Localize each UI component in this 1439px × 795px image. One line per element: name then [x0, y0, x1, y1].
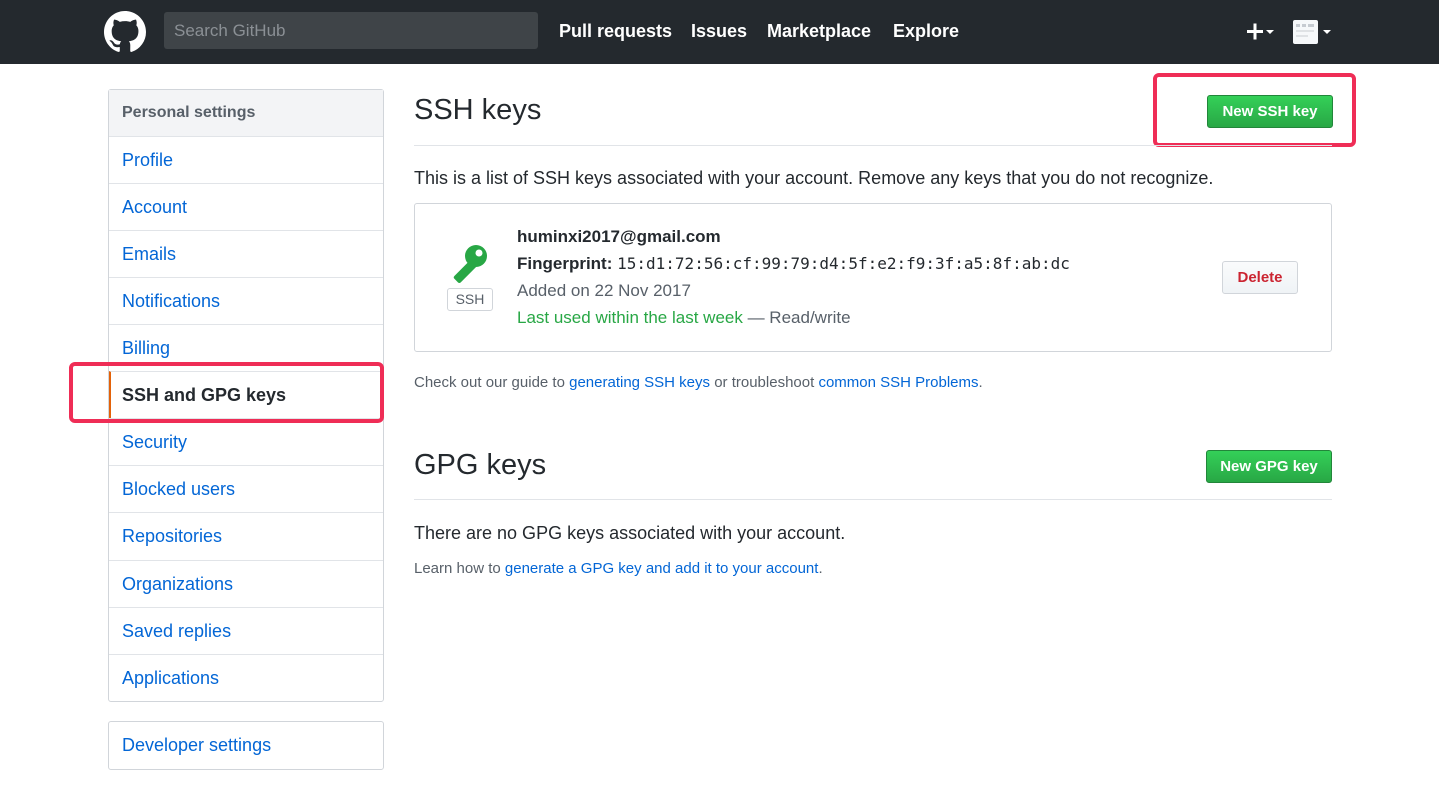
search-input[interactable]: Search GitHub — [164, 12, 538, 49]
key-fingerprint-row: Fingerprint: 15:d1:72:56:cf:99:79:d4:5f:… — [517, 254, 1070, 274]
ssh-badge: SSH — [447, 288, 493, 311]
nav-marketplace[interactable]: Marketplace — [767, 19, 871, 43]
key-title: huminxi2017@gmail.com — [517, 227, 721, 246]
global-header: Search GitHub Pull requests Issues Marke… — [0, 0, 1439, 64]
new-gpg-key-button[interactable]: New GPG key — [1206, 450, 1332, 483]
sidebar-item-security[interactable]: Security — [109, 418, 383, 465]
learn-prefix: Learn how to — [414, 560, 505, 577]
fingerprint-label: Fingerprint: — [517, 254, 613, 273]
gpg-keys-title: GPG keys — [414, 449, 547, 481]
sidebar-item-emails[interactable]: Emails — [109, 230, 383, 277]
nav-pull-requests[interactable]: Pull requests — [559, 19, 672, 43]
avatar[interactable] — [1291, 17, 1335, 47]
plus-icon[interactable] — [1237, 19, 1277, 45]
key-usage-row: Last used within the last week — Read/wr… — [517, 308, 851, 328]
divider — [414, 499, 1332, 500]
sidebar-item-notifications[interactable]: Notifications — [109, 277, 383, 324]
key-last-used: Last used within the last week — [517, 308, 743, 327]
fingerprint-value: 15:d1:72:56:cf:99:79:d4:5f:e2:f9:3f:a5:8… — [617, 254, 1070, 273]
highlight-box-sidebar — [69, 362, 384, 423]
sidebar-item-account[interactable]: Account — [109, 183, 383, 230]
sidebar-item-profile[interactable]: Profile — [109, 136, 383, 183]
nav-issues[interactable]: Issues — [691, 19, 747, 43]
sidebar-item-applications[interactable]: Applications — [109, 654, 383, 701]
generate-gpg-key-link[interactable]: generate a GPG key and add it to your ac… — [505, 560, 819, 577]
sidebar-item-repositories[interactable]: Repositories — [109, 512, 383, 559]
divider — [414, 145, 1332, 146]
generating-ssh-keys-link[interactable]: generating SSH keys — [569, 374, 710, 391]
key-icon — [453, 245, 487, 283]
ssh-key-item — [414, 203, 1332, 352]
delete-key-button[interactable]: Delete — [1222, 261, 1298, 294]
sidebar-item-saved-replies[interactable]: Saved replies — [109, 607, 383, 654]
gpg-empty-message: There are no GPG keys associated with yo… — [414, 523, 846, 543]
key-access: — Read/write — [742, 308, 851, 327]
guide-suffix: . — [978, 374, 983, 391]
guide-mid: or troubleshoot — [710, 374, 819, 391]
new-ssh-key-button[interactable]: New SSH key — [1207, 95, 1333, 128]
guide-prefix: Check out our guide to — [414, 374, 570, 391]
ssh-description: This is a list of SSH keys associated wi… — [414, 168, 1214, 188]
sidebar-item-organizations[interactable]: Organizations — [109, 560, 383, 607]
learn-suffix: . — [818, 560, 823, 577]
gpg-learn-text: Learn how to generate a GPG key and add … — [414, 560, 823, 577]
ssh-guide-text: Check out our guide to generating SSH ke… — [414, 374, 983, 391]
sidebar-header: Personal settings — [109, 90, 383, 137]
key-added-date: Added on 22 Nov 2017 — [517, 281, 691, 300]
github-logo-icon[interactable] — [104, 11, 146, 53]
sidebar-item-developer-settings[interactable]: Developer settings — [108, 721, 384, 770]
ssh-keys-title: SSH keys — [414, 94, 542, 126]
nav-explore[interactable]: Explore — [893, 19, 959, 43]
common-ssh-problems-link[interactable]: common SSH Problems — [818, 374, 978, 391]
sidebar-item-blocked-users[interactable]: Blocked users — [109, 465, 383, 512]
